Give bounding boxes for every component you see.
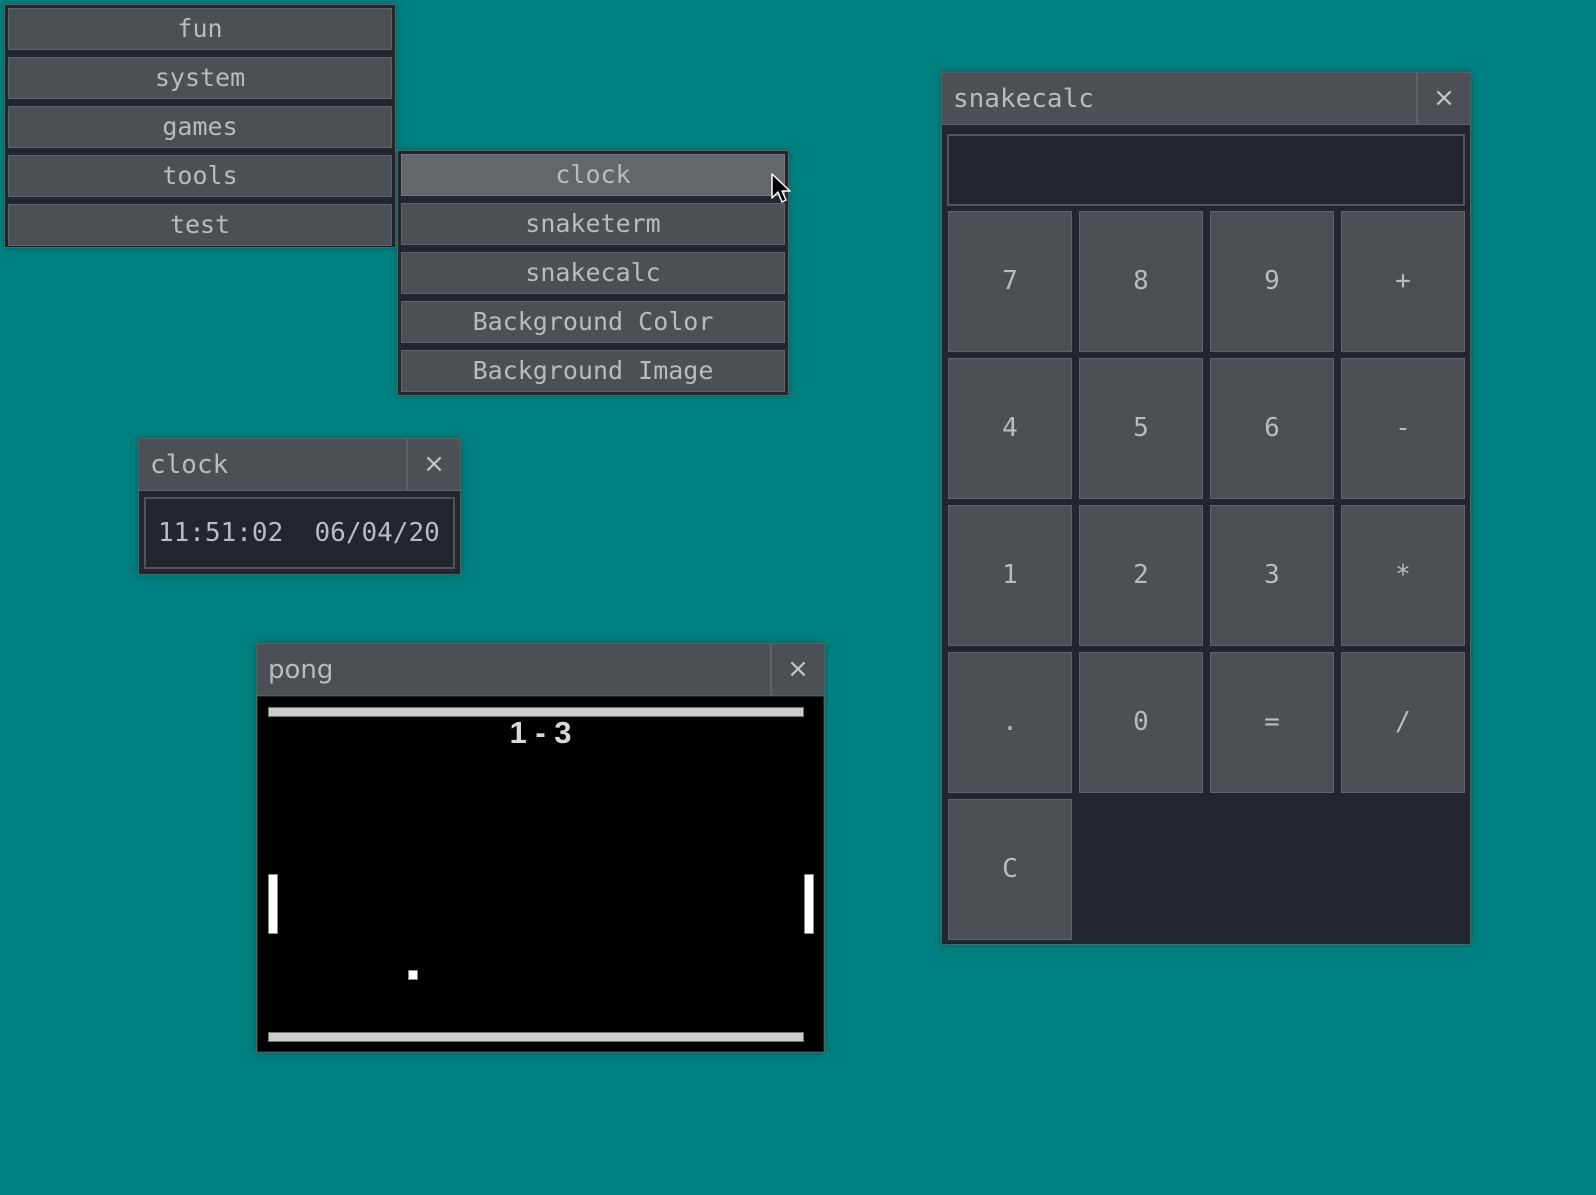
calc-button-multiply[interactable]: * xyxy=(1341,505,1465,646)
clock-window: clock × 11:51:02 06/04/20 xyxy=(138,438,461,575)
submenu-item-background-color[interactable]: Background Color xyxy=(401,301,785,343)
calc-button-decimal[interactable]: . xyxy=(948,652,1072,793)
calc-button-plus[interactable]: + xyxy=(1341,211,1465,352)
calc-button-6[interactable]: 6 xyxy=(1210,358,1334,499)
pong-titlebar[interactable]: pong × xyxy=(257,644,824,696)
calc-display xyxy=(947,134,1465,206)
clock-close-button[interactable]: × xyxy=(406,439,460,490)
menu-item-fun[interactable]: fun xyxy=(8,8,392,50)
calc-button-1[interactable]: 1 xyxy=(948,505,1072,646)
submenu-item-snaketerm[interactable]: snaketerm xyxy=(401,203,785,245)
calc-button-2[interactable]: 2 xyxy=(1079,505,1203,646)
calc-button-8[interactable]: 8 xyxy=(1079,211,1203,352)
submenu-item-clock[interactable]: clock xyxy=(401,154,785,196)
calc-button-4[interactable]: 4 xyxy=(948,358,1072,499)
calc-button-clear[interactable]: C xyxy=(948,799,1072,940)
pong-close-button[interactable]: × xyxy=(770,644,824,695)
clock-titlebar[interactable]: clock × xyxy=(139,439,460,491)
pong-bottom-wall xyxy=(268,1032,804,1042)
tools-submenu: clock snaketerm snakecalc Background Col… xyxy=(397,150,789,396)
menu-item-test[interactable]: test xyxy=(8,204,392,246)
menu-item-tools[interactable]: tools xyxy=(8,155,392,197)
pong-window: pong × 1 - 3 xyxy=(256,643,825,1053)
calc-button-divide[interactable]: / xyxy=(1341,652,1465,793)
calc-button-0[interactable]: 0 xyxy=(1079,652,1203,793)
menu-item-games[interactable]: games xyxy=(8,106,392,148)
calc-button-3[interactable]: 3 xyxy=(1210,505,1334,646)
calc-button-equals[interactable]: = xyxy=(1210,652,1334,793)
calc-window: snakecalc × 7 8 9 + 4 5 6 - 1 2 3 * . 0 … xyxy=(941,72,1471,945)
clock-window-title: clock xyxy=(150,450,229,480)
calc-close-button[interactable]: × xyxy=(1416,73,1470,124)
submenu-item-background-image[interactable]: Background Image xyxy=(401,350,785,392)
close-icon: × xyxy=(423,449,445,479)
menu-item-system[interactable]: system xyxy=(8,57,392,99)
pong-right-paddle xyxy=(804,874,814,934)
pong-ball xyxy=(408,970,418,980)
mouse-cursor-icon xyxy=(771,173,791,203)
close-icon: × xyxy=(787,654,809,684)
pong-game-canvas[interactable]: 1 - 3 xyxy=(258,697,823,1051)
pong-score: 1 - 3 xyxy=(509,715,572,750)
calc-titlebar[interactable]: snakecalc × xyxy=(942,73,1470,125)
pong-window-title: pong xyxy=(268,655,334,685)
calc-window-title: snakecalc xyxy=(953,84,1094,114)
calc-button-9[interactable]: 9 xyxy=(1210,211,1334,352)
calc-button-minus[interactable]: - xyxy=(1341,358,1465,499)
main-menu: fun system games tools test xyxy=(4,4,396,248)
submenu-item-snakecalc[interactable]: snakecalc xyxy=(401,252,785,294)
clock-display: 11:51:02 06/04/20 xyxy=(144,497,455,569)
close-icon: × xyxy=(1433,83,1455,113)
calc-button-7[interactable]: 7 xyxy=(948,211,1072,352)
pong-left-paddle xyxy=(268,874,278,934)
calc-button-5[interactable]: 5 xyxy=(1079,358,1203,499)
